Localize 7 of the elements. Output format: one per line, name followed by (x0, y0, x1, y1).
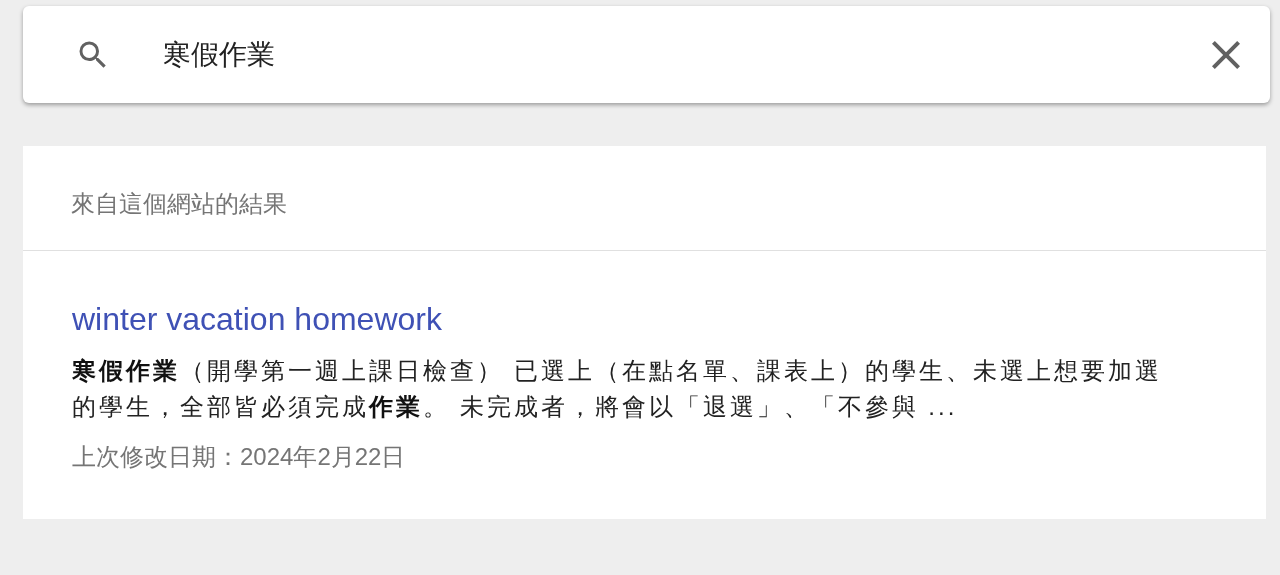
result-title-link[interactable]: winter vacation homework (72, 299, 442, 339)
search-field[interactable]: 寒假作業 (163, 38, 1212, 71)
result-snippet: 寒假作業（開學第一週上課日檢查） 已選上（在點名單、課表上）的學生、未選上想要加選的學生，全部皆必須完成作業。 未完成者，將會以「退選」、「不參與 ... (72, 356, 1163, 422)
search-bar[interactable]: 寒假作業 (23, 6, 1270, 103)
results-heading: 來自這個網站的結果 (71, 189, 287, 219)
modified-date: 上次修改日期：2024年2月22日 (72, 442, 406, 472)
close-icon[interactable] (1212, 40, 1240, 69)
